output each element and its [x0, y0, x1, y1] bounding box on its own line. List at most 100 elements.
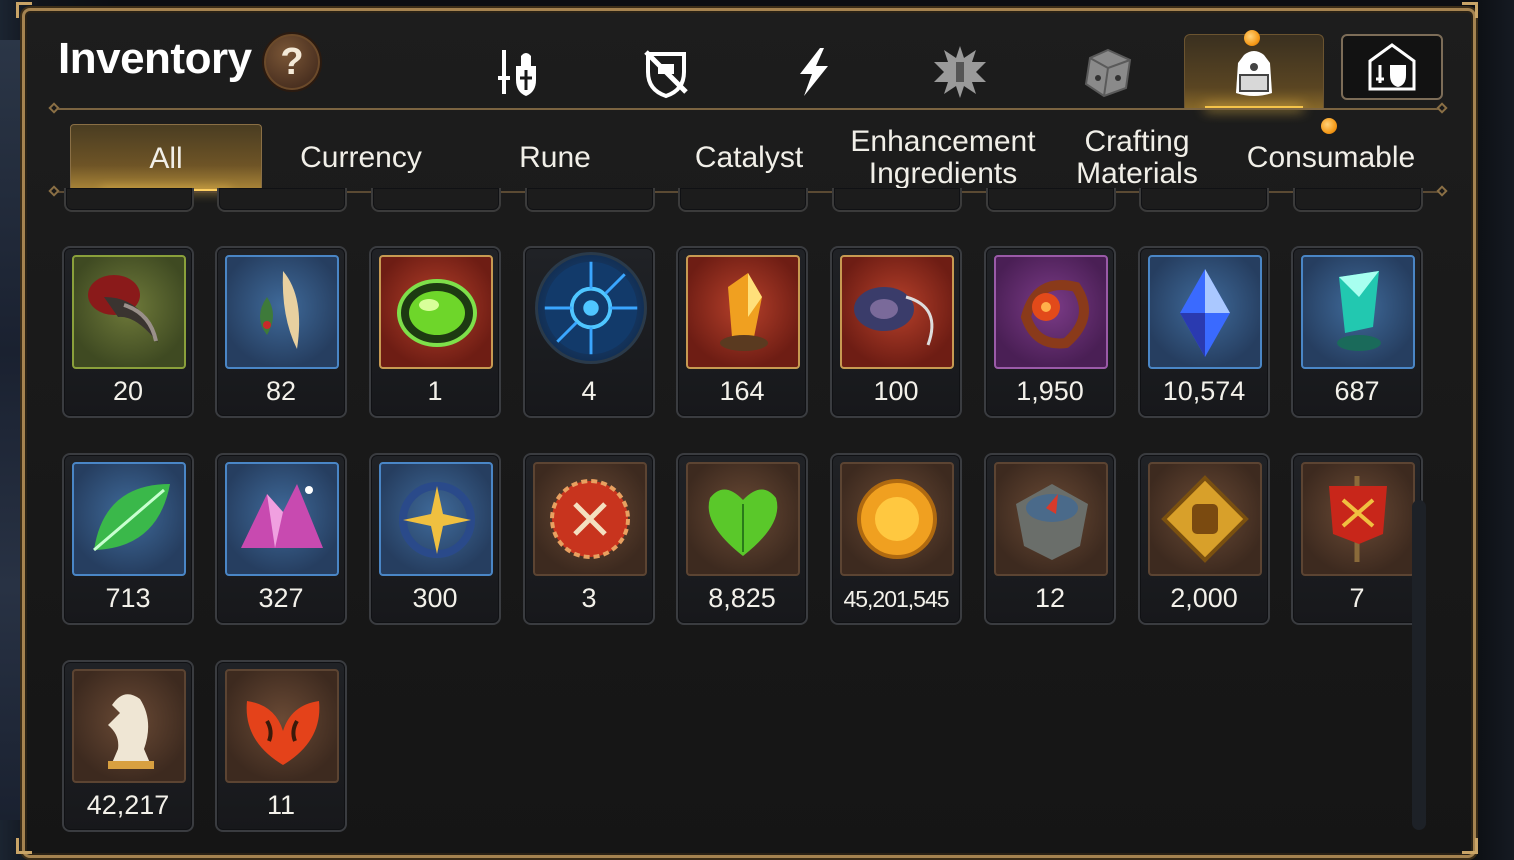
gear-set-icon [1368, 43, 1416, 91]
item-quantity: 1,950 [1016, 376, 1084, 406]
star-pendant-icon [399, 482, 475, 558]
item-slot[interactable]: 8,825 [676, 453, 808, 625]
lightning-icon [800, 48, 828, 96]
item-slot[interactable]: 11 [215, 660, 347, 832]
green-orb-icon [397, 279, 477, 347]
item-quantity: 1 [427, 376, 443, 406]
scrollbar[interactable] [1412, 500, 1426, 830]
crystal-pile-icon [241, 484, 323, 548]
item-quantity: 20 [112, 376, 144, 406]
item-slot-partial[interactable] [1139, 188, 1269, 212]
subtab-catalyst[interactable]: Catalyst [652, 124, 846, 192]
teal-crystal-icon [1337, 271, 1381, 351]
leaf-icon [93, 484, 170, 552]
die-icon [1084, 48, 1132, 98]
item-quantity: 7 [1349, 583, 1365, 613]
item-slot-partial[interactable] [1293, 188, 1423, 212]
subtab-rune[interactable]: Rune [458, 124, 652, 192]
item-slot-partial[interactable] [371, 188, 501, 212]
fist-emblem-icon [1161, 475, 1249, 563]
item-quantity: 12 [1034, 583, 1066, 613]
page-title: Inventory [58, 34, 252, 83]
subtab-currency[interactable]: Currency [264, 124, 458, 192]
subtab-consumable[interactable]: Consumable [1234, 124, 1428, 192]
green-heart-icon [708, 489, 778, 556]
fire-leaf-icon [246, 701, 320, 765]
tab-skills[interactable] [744, 34, 884, 110]
item-slot-partial[interactable] [217, 188, 347, 212]
tab-equipment[interactable] [448, 34, 588, 110]
frame-corner [16, 2, 32, 18]
item-slot[interactable]: 100 [830, 246, 962, 418]
item-slot[interactable]: 164 [676, 246, 808, 418]
gold-coin-icon [857, 479, 937, 559]
item-quantity: 2,000 [1170, 583, 1238, 613]
help-button[interactable]: ? [262, 32, 322, 92]
item-quantity: 8,825 [708, 583, 776, 613]
item-slot[interactable]: 2,000 [1138, 453, 1270, 625]
item-slot[interactable]: 12 [984, 453, 1116, 625]
item-quantity: 300 [412, 583, 458, 613]
item-slot[interactable]: 10,574 [1138, 246, 1270, 418]
item-slot[interactable]: 42,217 [62, 660, 194, 832]
subtab-crafting-materials[interactable]: Crafting Materials [1040, 124, 1234, 192]
item-slot[interactable]: 300 [369, 453, 501, 625]
item-quantity: 164 [719, 376, 765, 406]
item-slot[interactable]: 7 [1291, 453, 1423, 625]
item-quantity: 713 [105, 583, 151, 613]
item-slot[interactable]: 687 [1291, 246, 1423, 418]
notification-dot [1244, 30, 1260, 46]
item-quantity: 82 [265, 376, 297, 406]
item-quantity: 45,201,545 [843, 586, 949, 612]
compass-stone-icon [1016, 484, 1088, 560]
crest-badge-icon [550, 479, 630, 559]
subtab-enhancement-ingredients[interactable]: Enhancement Ingredients [846, 124, 1040, 192]
item-quantity: 10,574 [1162, 376, 1246, 406]
frame-corner [1462, 838, 1478, 854]
burst-emblem-icon [934, 46, 986, 98]
background-panel [0, 40, 24, 820]
blue-gem-icon [1180, 269, 1230, 357]
claw-icon [88, 275, 158, 343]
war-banner-icon [1329, 476, 1387, 562]
notification-dot [1321, 118, 1337, 134]
tab-dice[interactable] [1038, 34, 1178, 110]
backpack-icon [1236, 50, 1272, 96]
item-quantity: 100 [873, 376, 919, 406]
subtab-all[interactable]: All [70, 124, 262, 192]
frame-corner [1462, 2, 1478, 18]
item-slot[interactable]: 1,950 [984, 246, 1116, 418]
item-slot[interactable]: 45,201,545 [830, 453, 962, 625]
amber-crystal-icon [720, 273, 768, 351]
rune-disc-icon [544, 261, 638, 355]
item-slot[interactable]: 4 [523, 246, 655, 418]
item-quantity: 3 [581, 583, 597, 613]
frame-corner [16, 838, 32, 854]
item-slot-partial[interactable] [64, 188, 194, 212]
tab-loadout[interactable] [1341, 34, 1443, 100]
item-slot[interactable]: 20 [62, 246, 194, 418]
item-quantity: 327 [258, 583, 304, 613]
shield-crossed-icon [644, 50, 688, 99]
item-slot[interactable]: 82 [215, 246, 347, 418]
sword-shield-icon [498, 50, 536, 96]
item-slot[interactable]: 713 [62, 453, 194, 625]
feather-herb-icon [260, 271, 300, 349]
item-slot-partial[interactable] [525, 188, 655, 212]
item-slot-partial[interactable] [678, 188, 808, 212]
item-quantity: 4 [581, 376, 597, 406]
header-divider [52, 108, 1446, 110]
item-slot[interactable]: 3 [523, 453, 655, 625]
item-slot-partial[interactable] [832, 188, 962, 212]
flower-ring-icon [1020, 280, 1089, 349]
item-slot[interactable]: 327 [215, 453, 347, 625]
tab-emblems[interactable] [890, 34, 1030, 110]
item-slot-partial[interactable] [986, 188, 1116, 212]
item-quantity: 11 [266, 790, 296, 820]
yo-yo-icon [854, 287, 934, 346]
item-slot[interactable]: 1 [369, 246, 501, 418]
item-quantity: 687 [1334, 376, 1380, 406]
knight-chess-icon [108, 694, 154, 769]
tab-armor[interactable] [596, 34, 736, 110]
item-quantity: 42,217 [86, 790, 170, 820]
